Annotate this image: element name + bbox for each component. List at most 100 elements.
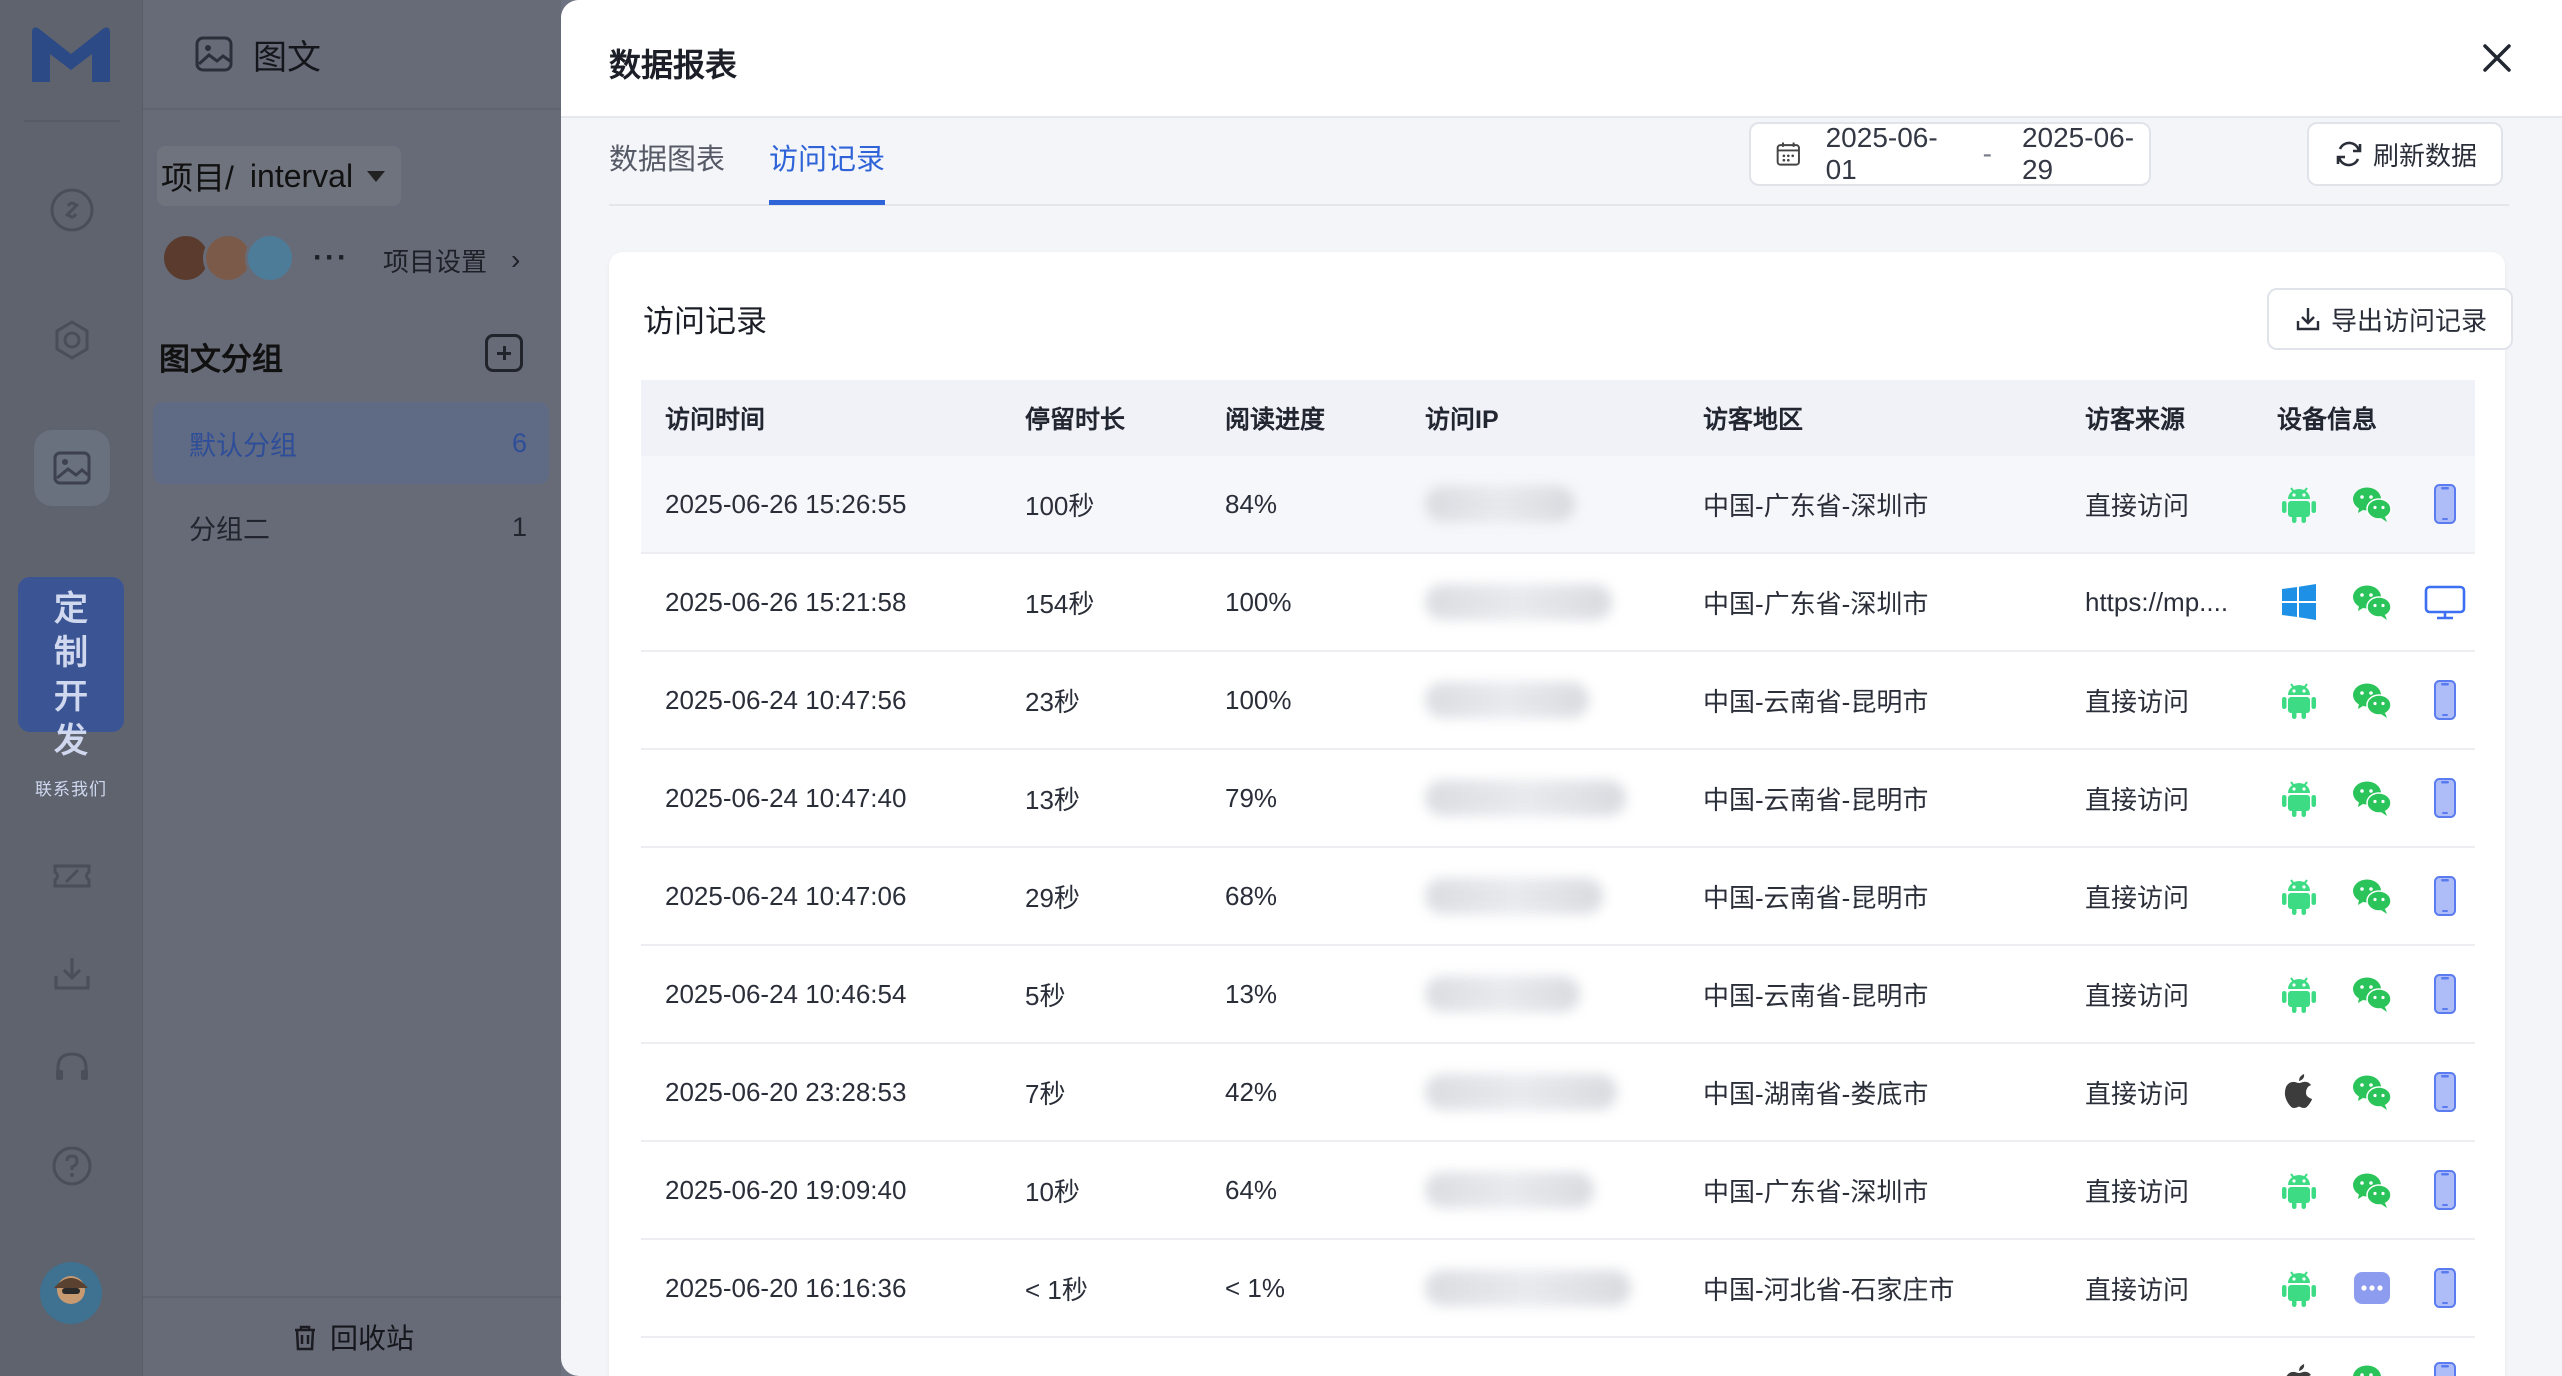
tab-data-chart[interactable]: 数据图表	[609, 136, 725, 200]
date-end[interactable]: 2025-06-29	[2022, 122, 2149, 186]
rail-divider	[24, 120, 120, 122]
read-progress: 84%	[1225, 488, 1278, 519]
group-label: 分组二	[189, 514, 270, 545]
table-header: 访问时间 停留时长 阅读进度 访问IP 访客地区 访客来源 设备信息	[641, 380, 2475, 456]
table-row[interactable]: 2025-06-20 16:16:36 < 1秒 < 1% 中国-河北省-石家庄市 直接…	[641, 1240, 2475, 1338]
section-title: 图文	[253, 38, 321, 77]
refresh-label: 刷新数据	[2372, 140, 2477, 171]
visit-ip	[1401, 750, 1661, 846]
member-avatar	[245, 233, 295, 283]
read-progress: 100%	[1225, 684, 1292, 715]
visitor-source: 直接访问	[2085, 686, 2190, 717]
column-header: 访问时间	[665, 406, 766, 434]
column-header: 停留时长	[1025, 406, 1126, 434]
report-drawer: 数据报表 数据图表 访问记录 2025-06-01 - 2025-06-29 刷…	[561, 0, 2562, 1376]
read-progress: 100%	[1225, 586, 1292, 617]
android-icon	[2277, 678, 2321, 722]
table-row[interactable]: 2025-06-20 19:09:40 10秒 64% 中国-广东省-深圳市 直接访问	[641, 1142, 2475, 1240]
tab-bar: 数据图表 访问记录	[609, 120, 2509, 206]
visitor-region: 中国-广东省-深圳市	[1703, 490, 1929, 521]
date-start[interactable]: 2025-06-01	[1826, 122, 1953, 186]
rail-openai-button[interactable]	[34, 302, 110, 378]
calendar-icon	[1776, 142, 1800, 166]
custom-dev-promo[interactable]: 定 制 开 发 联系我们	[18, 577, 124, 799]
project-settings-link[interactable]: 项目设置	[383, 242, 487, 279]
panel-header: 图文	[143, 0, 561, 110]
table-row[interactable]: 2025-06-24 10:47:06 29秒 68% 中国-云南省-昆明市 直接访问	[641, 848, 2475, 946]
read-progress: 42%	[1225, 1076, 1278, 1107]
member-avatars[interactable]: ···	[161, 233, 349, 283]
stay-duration: 100秒	[1025, 490, 1095, 521]
rail-support-button[interactable]	[34, 1030, 110, 1106]
table-row[interactable]: 2025-06-24 10:46:54 5秒 13% 中国-云南省-昆明市 直接访问	[641, 946, 2475, 1044]
table-row[interactable]	[641, 1338, 2475, 1376]
visitor-source: 直接访问	[2085, 882, 2190, 913]
ip-redacted	[1425, 1172, 1594, 1208]
apple-icon	[2277, 1070, 2321, 1114]
more-members[interactable]: ···	[313, 241, 349, 275]
rail-download-button[interactable]	[34, 936, 110, 1012]
visit-ip	[1401, 1240, 1661, 1336]
device-info	[2261, 1338, 2475, 1376]
date-range-picker[interactable]: 2025-06-01 - 2025-06-29	[1749, 122, 2151, 186]
project-label: 项目/	[161, 160, 234, 196]
stay-duration: 5秒	[1025, 980, 1066, 1011]
stay-duration: < 1秒	[1025, 1274, 1088, 1305]
wechat-icon	[2350, 482, 2394, 526]
read-progress: 64%	[1225, 1174, 1278, 1205]
ip-redacted	[1425, 976, 1580, 1012]
rail-article-button[interactable]	[34, 430, 110, 506]
wechat-icon	[2350, 972, 2394, 1016]
visitor-region: 中国-云南省-昆明市	[1703, 686, 1929, 717]
device-info	[2261, 1044, 2475, 1140]
visitor-source: 直接访问	[2085, 490, 2190, 521]
ip-redacted	[1425, 584, 1612, 620]
visitor-source: https://mp....	[2085, 586, 2229, 617]
group-item[interactable]: 默认分组 6	[153, 402, 549, 484]
table-body: 2025-06-26 15:26:55 100秒 84% 中国-广东省-深圳市 直接访问…	[641, 456, 2475, 1376]
mobile-phone-icon	[2423, 482, 2467, 526]
ip-redacted	[1425, 1270, 1631, 1306]
wechat-icon	[2350, 580, 2394, 624]
column-header: 阅读进度	[1225, 406, 1326, 434]
add-group-button[interactable]	[485, 334, 523, 372]
refresh-data-button[interactable]: 刷新数据	[2307, 122, 2503, 186]
user-avatar[interactable]	[40, 1262, 102, 1324]
mobile-phone-icon	[2423, 1360, 2467, 1376]
ip-redacted	[1425, 1074, 1617, 1110]
image-text-icon	[195, 36, 233, 72]
table-row[interactable]: 2025-06-20 23:28:53 7秒 42% 中国-湖南省-娄底市 直接访问	[641, 1044, 2475, 1142]
group-label: 默认分组	[189, 430, 297, 461]
wechat-icon	[2350, 1168, 2394, 1212]
column-header: 访客来源	[2085, 406, 2186, 434]
android-icon	[2277, 482, 2321, 526]
rail-ai-button[interactable]	[34, 172, 110, 248]
date-separator: -	[1982, 138, 1992, 169]
trash-button[interactable]: 回收站	[143, 1296, 561, 1376]
drawer-title: 数据报表	[609, 47, 738, 83]
visit-ip	[1401, 554, 1661, 650]
project-selector[interactable]: 项目/ interval	[157, 146, 402, 206]
group-count: 1	[511, 511, 527, 542]
tab-visit-records[interactable]: 访问记录	[769, 136, 886, 205]
mobile-phone-icon	[2423, 1168, 2467, 1212]
group-item[interactable]: 分组二 1	[153, 486, 549, 568]
export-records-button[interactable]: 导出访问记录	[2267, 288, 2513, 350]
mobile-phone-icon	[2423, 776, 2467, 820]
table-row[interactable]: 2025-06-26 15:21:58 154秒 100% 中国-广东省-深圳市 htt…	[641, 554, 2475, 652]
project-name: interval	[249, 157, 354, 194]
close-icon[interactable]	[2473, 34, 2521, 82]
wechat-icon	[2350, 776, 2394, 820]
table-row[interactable]: 2025-06-26 15:26:55 100秒 84% 中国-广东省-深圳市 直接访问	[641, 456, 2475, 554]
table-row[interactable]: 2025-06-24 10:47:40 13秒 79% 中国-云南省-昆明市 直接访问	[641, 750, 2475, 848]
app-logo-icon[interactable]	[28, 22, 114, 88]
table-row[interactable]: 2025-06-24 10:47:56 23秒 100% 中国-云南省-昆明市 直接访问	[641, 652, 2475, 750]
mobile-phone-icon	[2423, 972, 2467, 1016]
rail-coupon-button[interactable]	[34, 838, 110, 914]
visit-records-card: 访问记录 导出访问记录 访问时间 停留时长 阅读进度 访问IP 访客地区 访客来…	[609, 252, 2513, 1376]
device-info	[2261, 848, 2475, 944]
stay-duration: 13秒	[1025, 784, 1080, 815]
rail-help-button[interactable]	[34, 1128, 110, 1204]
visitor-region: 中国-广东省-深圳市	[1703, 588, 1929, 619]
mobile-phone-icon	[2423, 874, 2467, 918]
